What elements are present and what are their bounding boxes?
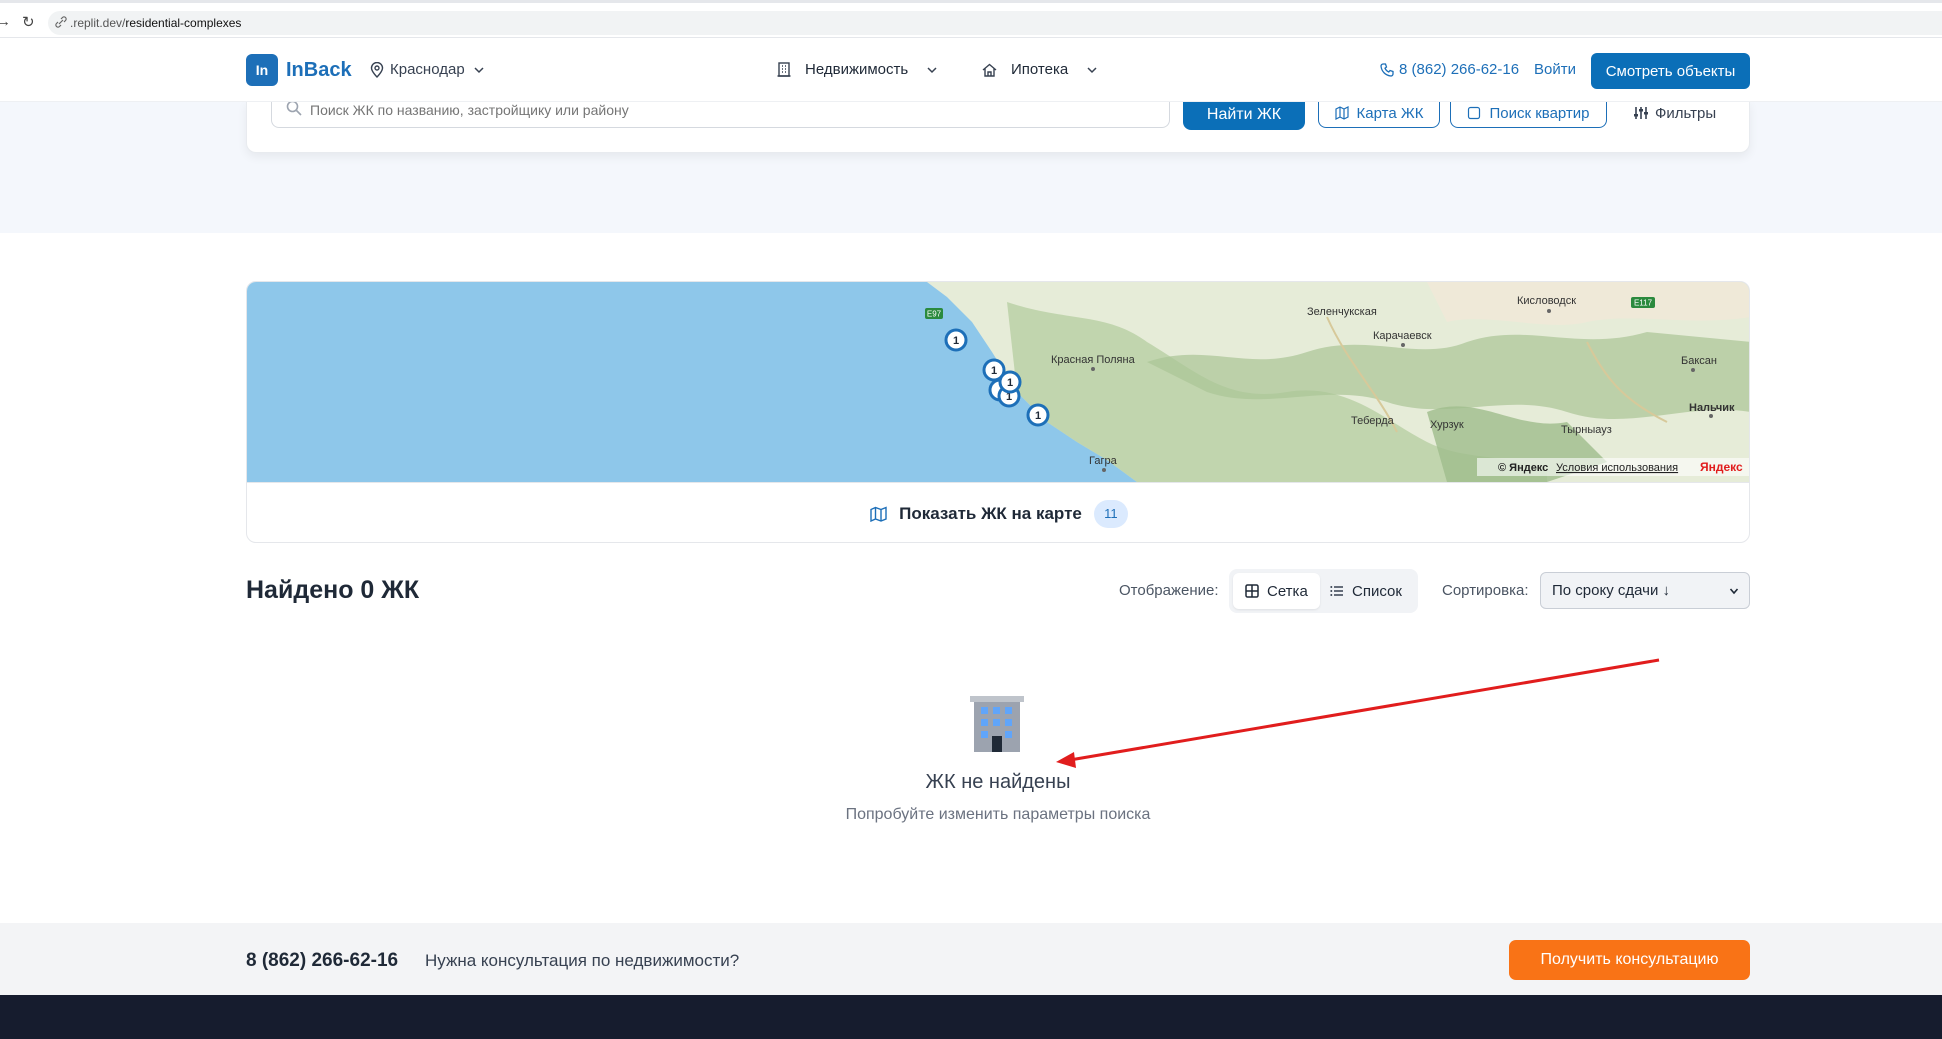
svg-text:1: 1 bbox=[1007, 377, 1013, 389]
search-field[interactable] bbox=[271, 99, 1170, 128]
map-icon bbox=[1334, 106, 1349, 120]
map-cluster-marker[interactable]: 1 bbox=[1026, 403, 1050, 427]
square-icon bbox=[1468, 106, 1481, 120]
sort-label: Сортировка: bbox=[1442, 582, 1529, 599]
sliders-icon bbox=[1634, 107, 1648, 119]
location-pin-icon bbox=[370, 61, 384, 78]
url-text: .replit.dev/residential-complexes bbox=[70, 16, 242, 30]
svg-text:1: 1 bbox=[991, 365, 997, 377]
city-selector[interactable]: Краснодар bbox=[370, 61, 491, 78]
map-label-karachaevsk: Карачаевск bbox=[1373, 330, 1432, 342]
cta-text: Нужна консультация по недвижимости? bbox=[425, 951, 740, 970]
browser-address-bar: → ↻ .replit.dev/residential-complexes bbox=[0, 0, 1942, 38]
road-label-e117: E117 bbox=[1634, 299, 1653, 308]
view-list-label: Список bbox=[1352, 582, 1402, 600]
home-icon bbox=[982, 63, 997, 77]
view-mode-toggle: Сетка Список bbox=[1229, 569, 1418, 613]
header-phone-text: 8 (862) 266-62-16 bbox=[1399, 61, 1520, 78]
apartment-search-label: Поиск квартир bbox=[1489, 104, 1590, 122]
map-label-kislovodsk: Кисловодск bbox=[1517, 295, 1576, 307]
link-icon bbox=[55, 16, 67, 28]
chevron-down-icon bbox=[1087, 66, 1097, 73]
view-grid-label: Сетка bbox=[1267, 582, 1308, 600]
map-card: E97 E117 Зеленчукская Кисловодск Карачае… bbox=[246, 281, 1750, 543]
logo-text: InBack bbox=[286, 58, 352, 81]
url-field[interactable]: .replit.dev/residential-complexes bbox=[48, 11, 1942, 35]
view-list-button[interactable]: Список bbox=[1318, 573, 1414, 609]
search-icon bbox=[286, 100, 302, 116]
view-mode-label: Отображение: bbox=[1119, 582, 1219, 599]
search-panel: Найти ЖК Карта ЖК Поиск квартир Фильтры bbox=[246, 99, 1750, 153]
logo[interactable]: In InBack bbox=[246, 54, 352, 86]
list-icon bbox=[1330, 586, 1343, 596]
yandex-map[interactable]: E97 E117 Зеленчукская Кисловодск Карачае… bbox=[247, 282, 1750, 482]
sort-selected-value: По сроку сдачи ↓ bbox=[1552, 582, 1671, 599]
complex-map-label: Карта ЖК bbox=[1356, 104, 1424, 122]
svg-text:1: 1 bbox=[1035, 410, 1041, 422]
show-on-map-button[interactable]: Показать ЖК на карте 11 bbox=[247, 482, 1749, 542]
phone-icon bbox=[1380, 62, 1394, 77]
cta-phone[interactable]: 8 (862) 266-62-16 bbox=[246, 950, 398, 972]
chevron-down-icon bbox=[927, 66, 937, 73]
find-complex-button[interactable]: Найти ЖК bbox=[1183, 99, 1305, 130]
map-terms-link[interactable]: Условия использования bbox=[1556, 462, 1678, 474]
map-view[interactable]: E97 E117 Зеленчукская Кисловодск Карачае… bbox=[247, 282, 1750, 482]
site-header: In InBack Краснодар Недвижимость Ипотека… bbox=[0, 38, 1942, 102]
map-label-nalchik: Нальчик bbox=[1689, 402, 1735, 414]
chevron-down-icon bbox=[474, 66, 484, 73]
sort-select[interactable]: По сроку сдачи ↓ bbox=[1540, 572, 1750, 609]
show-on-map-label: Показать ЖК на карте bbox=[899, 503, 1082, 523]
consultation-band: 8 (862) 266-62-16 Нужна консультация по … bbox=[0, 923, 1942, 995]
map-label-khurzuk: Хурзук bbox=[1430, 419, 1464, 431]
site-footer bbox=[0, 995, 1942, 1039]
results-title: Найдено 0 ЖК bbox=[246, 576, 420, 604]
chevron-down-icon bbox=[1729, 588, 1739, 595]
filters-label: Фильтры bbox=[1655, 104, 1717, 122]
yandex-logo: Яндекс bbox=[1700, 460, 1743, 474]
apartment-search-button[interactable]: Поиск квартир bbox=[1450, 99, 1607, 128]
map-cluster-marker[interactable]: 1 bbox=[944, 328, 968, 352]
get-consultation-button[interactable]: Получить консультацию bbox=[1509, 940, 1750, 980]
map-label-krasnaya-polyana: Красная Поляна bbox=[1051, 354, 1136, 366]
nav-real-estate-label: Недвижимость bbox=[805, 61, 909, 78]
empty-state-subtitle: Попробуйте изменить параметры поиска bbox=[845, 806, 1151, 823]
building-icon bbox=[777, 62, 791, 77]
map-icon bbox=[870, 505, 887, 522]
map-label-teberda: Теберда bbox=[1351, 415, 1395, 427]
map-label-baksan: Баксан bbox=[1681, 355, 1717, 367]
map-attribution: © Яндекс bbox=[1498, 462, 1548, 474]
reload-icon[interactable]: ↻ bbox=[22, 13, 35, 31]
road-label-e97: E97 bbox=[927, 310, 942, 319]
login-link[interactable]: Войти bbox=[1534, 61, 1576, 78]
nav-mortgage[interactable]: Ипотека bbox=[982, 61, 1098, 78]
view-grid-button[interactable]: Сетка bbox=[1233, 573, 1320, 609]
complex-count-badge: 11 bbox=[1093, 499, 1128, 528]
svg-text:1: 1 bbox=[953, 335, 959, 347]
nav-real-estate[interactable]: Недвижимость bbox=[777, 61, 938, 78]
forward-arrow-icon[interactable]: → bbox=[0, 13, 11, 30]
office-building-icon bbox=[966, 692, 1028, 759]
nav-mortgage-label: Ипотека bbox=[1011, 61, 1069, 78]
map-label-tyrnyauz: Тырныауз bbox=[1561, 424, 1612, 436]
search-input[interactable] bbox=[310, 99, 1150, 121]
map-cluster-marker[interactable]: 1 bbox=[998, 370, 1022, 394]
map-label-zelenchukskaya: Зеленчукская bbox=[1307, 306, 1377, 318]
complex-map-button[interactable]: Карта ЖК bbox=[1318, 99, 1440, 128]
header-phone-link[interactable]: 8 (862) 266-62-16 bbox=[1380, 61, 1519, 78]
empty-state-title: ЖК не найдены bbox=[925, 771, 1071, 793]
view-properties-button[interactable]: Смотреть объекты bbox=[1591, 53, 1750, 89]
city-label: Краснодар bbox=[390, 61, 465, 78]
logo-mark: In bbox=[246, 54, 278, 86]
map-label-gagra: Гагра bbox=[1089, 455, 1118, 467]
grid-icon bbox=[1245, 584, 1259, 598]
filters-button[interactable]: Фильтры bbox=[1633, 101, 1716, 125]
